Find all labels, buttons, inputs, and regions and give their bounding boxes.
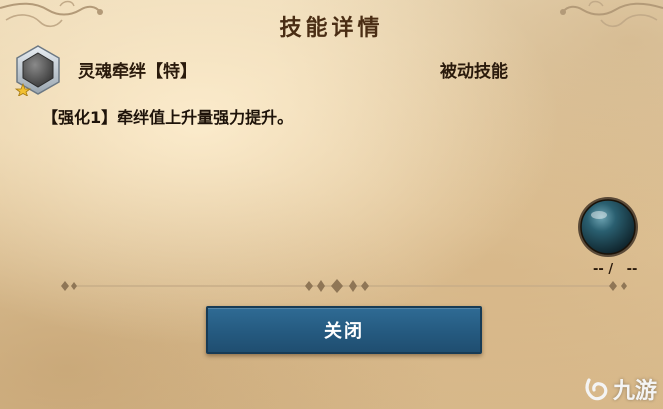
hexagon-skill-icon [14,45,60,96]
dark-orb-icon [578,197,638,257]
skill-name: 灵魂牵绊【特】 [78,62,197,82]
dialog-title: 技能详情 [279,16,384,41]
skill-description: 【强化1】牵绊值上升量强力提升。 [42,108,294,127]
close-button[interactable]: 关闭 [206,306,482,354]
ornamental-divider [61,279,627,293]
skill-type: 被动技能 [440,62,508,82]
skill-detail-dialog: 技能详情 灵魂牵绊【特】 被动技能 【强化1】牵绊值上升量强力提升。 -- / … [0,0,663,409]
orb-value: -- / -- [593,262,638,277]
jiuyou-logo-icon [585,378,608,401]
watermark: 九游 [583,373,657,405]
watermark-text: 九游 [612,379,657,404]
